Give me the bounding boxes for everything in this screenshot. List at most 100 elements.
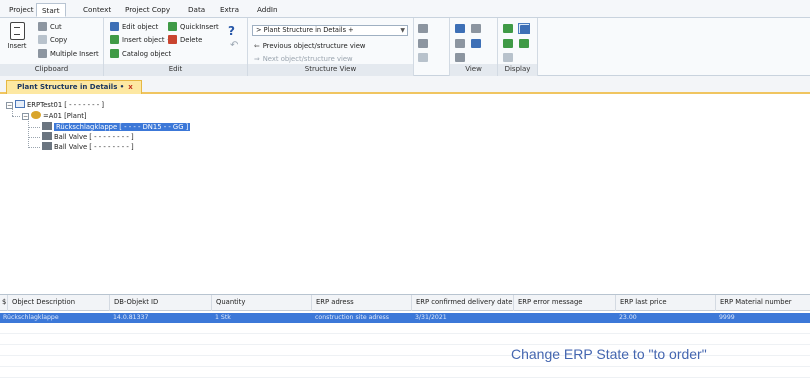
arrow-right-icon: ⇒ (254, 55, 260, 63)
view-group-label: View (450, 64, 497, 76)
quickinsert-button[interactable]: QuickInsert (168, 22, 219, 33)
plant-icon (31, 111, 41, 119)
display-tree-icon[interactable] (502, 38, 514, 49)
tree-node-item-label: Ball Valve [ - - - - - - - - ] (54, 133, 134, 141)
table-cell: 14.0.81337 (113, 314, 149, 321)
menu-tab-project-copy[interactable]: Project Copy (120, 3, 175, 17)
collapse-icon[interactable]: − (6, 102, 13, 109)
multiple-insert-button[interactable]: Multiple Insert (38, 49, 99, 60)
valve-icon (42, 142, 52, 150)
tree-node-item[interactable]: Ball Valve [ - - - - - - - - ] (42, 142, 134, 152)
display-group: Display (498, 18, 538, 76)
arrow-left-icon: ⇐ (254, 42, 260, 50)
edit-object-label: Edit object (122, 23, 159, 31)
copy-label: Copy (50, 36, 68, 44)
menu-tab-context[interactable]: Context (78, 3, 116, 17)
scissors-icon (38, 22, 47, 31)
clipboard-group-label: Clipboard (0, 64, 103, 76)
menu-tab-project[interactable]: Project (4, 3, 39, 17)
column-header[interactable]: ERP Material number (716, 295, 810, 311)
copy-button[interactable]: Copy (38, 35, 67, 46)
next-object-button[interactable]: ⇒ Next object/structure view (254, 54, 353, 65)
structure-tree-icon[interactable] (417, 38, 429, 49)
table-cell: construction site adress (315, 314, 389, 321)
table-row-empty (0, 324, 810, 334)
table-row-empty (0, 368, 810, 378)
table-row-empty (0, 335, 810, 345)
chevron-down-icon: ▼ (400, 27, 405, 34)
clipboard-group: Insert Cut Copy Multiple Insert Clipboar… (0, 18, 104, 76)
column-header[interactable]: ERP confirmed delivery date (412, 295, 514, 311)
valve-icon (42, 132, 52, 140)
catalog-icon (110, 49, 119, 58)
refresh-icon[interactable] (518, 38, 530, 49)
undo-icon[interactable]: ↶ (230, 40, 238, 51)
previous-object-label: Previous object/structure view (262, 42, 366, 50)
multiple-insert-label: Multiple Insert (50, 50, 99, 58)
catalog-object-label: Catalog object (122, 50, 172, 58)
insert-object-icon (110, 35, 119, 44)
structure-table-icon[interactable] (417, 23, 429, 34)
tree-node-root-label: ERPTest01 [ - - - - - - - ] (27, 101, 105, 109)
sort-icon[interactable] (518, 23, 530, 34)
ribbon: Insert Cut Copy Multiple Insert Clipboar… (0, 18, 810, 76)
structure-view-select[interactable]: > Plant Structure in Details + ▼ (252, 25, 408, 36)
menu-tab-extra[interactable]: Extra (215, 3, 244, 17)
view-monitor-icon[interactable] (454, 52, 466, 63)
column-header[interactable]: Quantity (212, 295, 312, 311)
sort-column-icon[interactable]: $ (0, 295, 8, 311)
menu-tab-addin[interactable]: AddIn (252, 3, 283, 17)
grid-header: $ Object Description DB-Objekt ID Quanti… (0, 295, 810, 311)
delete-button[interactable]: Delete (168, 35, 202, 46)
edit-group-label: Edit (104, 64, 247, 76)
tree-node-root[interactable]: − ERPTest01 [ - - - - - - - ] (6, 100, 104, 110)
table-cell: 9999 (719, 314, 735, 321)
display-list-icon[interactable] (502, 52, 514, 63)
filter-icon[interactable] (417, 52, 429, 63)
insert-object-label: Insert object • (122, 36, 171, 44)
insert-icon (9, 22, 25, 40)
view-group: View (450, 18, 498, 76)
column-header[interactable]: ERP adress (312, 295, 412, 311)
project-icon (15, 100, 25, 108)
column-header[interactable]: ERP last price (616, 295, 716, 311)
tree-node-item-label: Rückschlagklappe [ - - - - DN15 - - GG ] (54, 123, 191, 131)
view-details-icon[interactable] (454, 38, 466, 49)
eye-icon[interactable] (470, 23, 482, 34)
cut-button[interactable]: Cut (38, 22, 62, 33)
tab-plant-structure[interactable]: Plant Structure in Details • x (6, 80, 142, 94)
tree-node-item[interactable]: Rückschlagklappe [ - - - - DN15 - - GG ] (42, 122, 191, 132)
display-group-label: Display (498, 64, 537, 76)
table-row[interactable]: Rückschlagklappe 14.0.81337 1 Stk constr… (0, 313, 810, 323)
close-icon[interactable]: x (128, 83, 133, 91)
help-icon[interactable]: ? (228, 24, 235, 38)
structure-tools-group (414, 18, 450, 76)
catalog-object-button[interactable]: Catalog object (110, 49, 171, 60)
column-header[interactable]: Object Description (8, 295, 110, 311)
table-cell: 23.00 (619, 314, 637, 321)
quickinsert-icon (168, 22, 177, 31)
menu-tab-start[interactable]: Start (36, 3, 66, 17)
column-header[interactable]: ERP error message (514, 295, 616, 311)
menu-bar: Project Start Context Project Copy Data … (0, 0, 810, 18)
quickinsert-label: QuickInsert (180, 23, 219, 31)
view-list-icon[interactable] (454, 23, 466, 34)
display-filter-icon[interactable] (502, 23, 514, 34)
edit-object-button[interactable]: Edit object (110, 22, 158, 33)
structure-view-group-label: Structure View (248, 64, 413, 76)
previous-object-button[interactable]: ⇐ Previous object/structure view (254, 41, 365, 52)
tree-node-plant[interactable]: − =A01 [Plant] (22, 111, 87, 121)
menu-tab-data[interactable]: Data (183, 3, 210, 17)
insert-object-button[interactable]: Insert object • (110, 35, 171, 46)
tab-plant-structure-label: Plant Structure in Details • (17, 83, 125, 91)
tree-node-plant-label: =A01 [Plant] (43, 112, 87, 120)
collapse-icon[interactable]: − (22, 113, 29, 120)
column-header[interactable]: DB-Objekt ID (110, 295, 212, 311)
multiple-insert-icon (38, 49, 47, 58)
tree-node-item[interactable]: Ball Valve [ - - - - - - - - ] (42, 132, 134, 142)
properties-grid: $ Object Description DB-Objekt ID Quanti… (0, 294, 810, 381)
insert-button[interactable]: Insert (7, 22, 27, 56)
table-cell: 1 Stk (215, 314, 231, 321)
edit-object-icon (110, 22, 119, 31)
view-options-icon[interactable] (470, 38, 482, 49)
